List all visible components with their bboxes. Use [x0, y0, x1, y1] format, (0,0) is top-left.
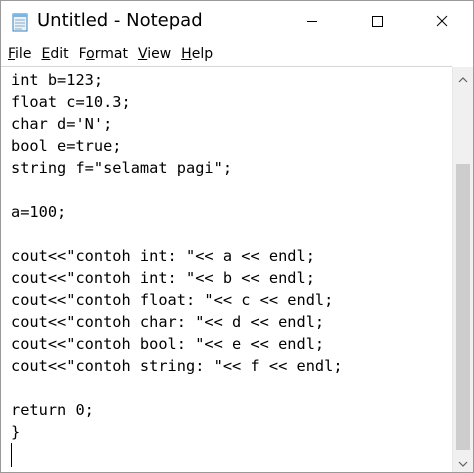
- menu-file[interactable]: File: [5, 46, 34, 62]
- menu-format-pre: F: [78, 46, 87, 62]
- scroll-up-button[interactable]: [453, 67, 473, 88]
- notepad-window: Untitled - Notepad File Edit Format View…: [0, 0, 474, 473]
- editor-content[interactable]: int b=123; float c=10.3; char d='N'; bool e…: [11, 69, 343, 443]
- menu-edit[interactable]: Edit: [38, 46, 71, 62]
- editor-line: string f="selamat pagi";: [11, 159, 233, 177]
- minimize-button[interactable]: [281, 1, 343, 42]
- editor-line: cout<<"contoh char: "<< d << endl;: [11, 313, 325, 331]
- menu-help-accel: H: [181, 46, 192, 62]
- editor-line: cout<<"contoh bool: "<< e << endl;: [11, 335, 325, 353]
- scrollbar-thumb[interactable]: [456, 164, 470, 450]
- maximize-button[interactable]: [346, 1, 408, 42]
- editor-line: cout<<"contoh int: "<< b << endl;: [11, 269, 315, 287]
- editor-line: cout<<"contoh int: "<< a << endl;: [11, 247, 315, 265]
- window-title: Untitled - Notepad: [37, 10, 203, 31]
- close-icon: [436, 12, 448, 31]
- editor-line: a=100;: [11, 203, 67, 221]
- minimize-icon: [306, 12, 318, 31]
- notepad-icon[interactable]: [10, 12, 30, 32]
- menu-format-accel: o: [86, 46, 95, 62]
- menu-file-rest: ile: [15, 46, 32, 62]
- maximize-icon: [371, 12, 383, 31]
- menu-file-accel: F: [8, 46, 16, 62]
- vertical-scrollbar[interactable]: [452, 67, 473, 472]
- editor-line: int b=123;: [11, 71, 104, 89]
- editor-line: return 0;: [11, 401, 94, 419]
- editor-line: cout<<"contoh string: "<< f << endl;: [11, 357, 343, 375]
- menu-view-accel: V: [137, 46, 148, 62]
- editor-line: float c=10.3;: [11, 93, 131, 111]
- menu-edit-accel: E: [41, 46, 51, 62]
- editor-line: char d='N';: [11, 115, 113, 133]
- menu-format[interactable]: Format: [76, 46, 131, 62]
- title-bar[interactable]: Untitled - Notepad: [1, 1, 473, 42]
- menu-view[interactable]: View: [135, 46, 174, 62]
- menu-view-rest: iew: [147, 46, 172, 62]
- editor-line: cout<<"contoh float: "<< c << endl;: [11, 291, 334, 309]
- editor-line: }: [11, 423, 21, 441]
- text-editor[interactable]: int b=123; float c=10.3; char d='N'; bool e…: [1, 66, 452, 472]
- menu-help[interactable]: Help: [178, 46, 216, 62]
- menu-help-rest: elp: [191, 46, 214, 62]
- text-caret: [11, 443, 12, 467]
- editor-line: bool e=true;: [11, 137, 122, 155]
- chevron-down-icon: [458, 452, 468, 471]
- menu-format-rest: rmat: [94, 46, 128, 62]
- close-button[interactable]: [411, 1, 473, 42]
- menu-edit-rest: dit: [50, 46, 69, 62]
- menu-bar: File Edit Format View Help: [1, 42, 473, 66]
- scroll-down-button[interactable]: [453, 451, 473, 472]
- chevron-up-icon: [458, 68, 468, 87]
